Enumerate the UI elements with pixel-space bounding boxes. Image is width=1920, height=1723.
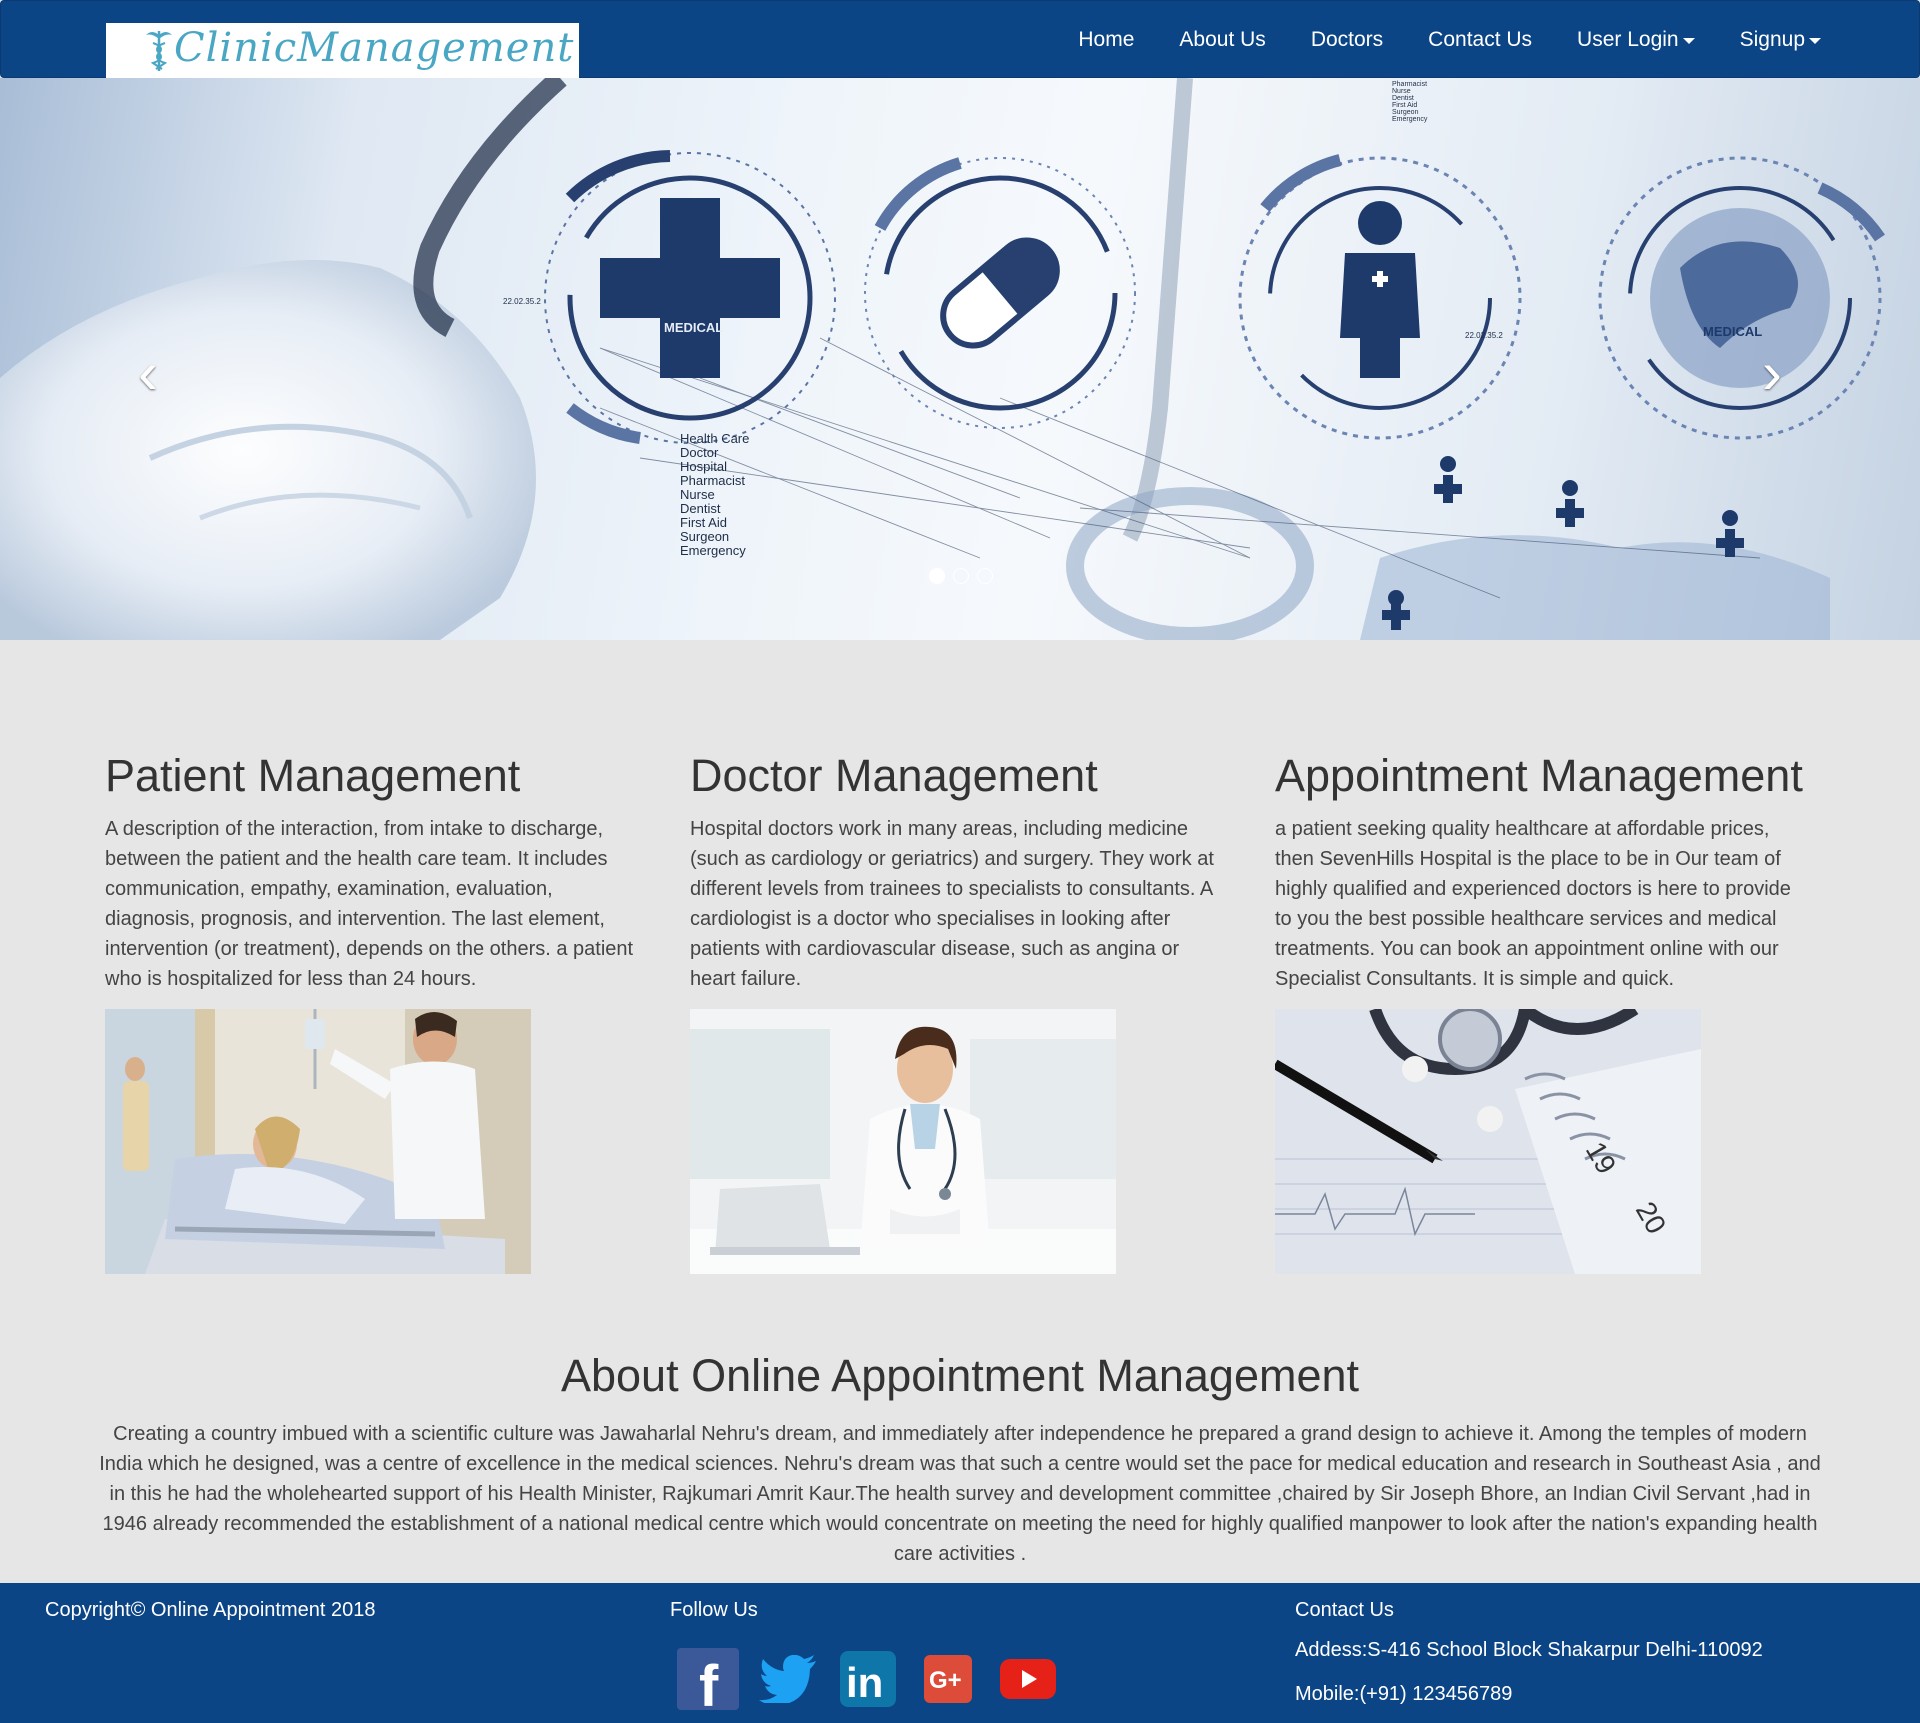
svg-text:f: f [699,1654,719,1710]
feature-title: Appointment Management [1275,750,1803,801]
hero-label-medical-1: MEDICAL [664,320,723,335]
nav-user-login-dropdown[interactable]: User Login [1577,28,1695,52]
about-text: Creating a country imbued with a scienti… [99,1423,1821,1565]
nav-about-us-label: About Us [1179,28,1266,51]
hero-specialty-list: Health Care Doctor Hospital Pharmacist N… [680,431,749,558]
medical-cross-circle [544,150,836,444]
footer-follow-title: Follow Us [670,1599,758,1621]
svg-text:G+: G+ [929,1667,962,1694]
hero-label-date-1: 22.02.35.2 [503,297,541,306]
about-title: About Online Appointment Management [560,1350,1360,1401]
svg-text:Surgeon: Surgeon [680,529,729,544]
logo-text: ClinicManagement [174,25,575,71]
twitter-icon[interactable] [756,1647,820,1711]
site-footer: Copyright© Online Appointment 2018 Follo… [0,1583,1920,1723]
nav-home[interactable]: Home [1078,28,1134,52]
caret-down-icon [1809,38,1821,44]
site-logo[interactable]: ClinicManagement [106,23,579,78]
nav-contact-us-label: Contact Us [1428,28,1533,51]
social-links: f in G+ [676,1647,1076,1711]
feature-title: Doctor Management [690,750,1098,801]
svg-text:Nurse: Nurse [1392,88,1411,95]
hero-label-date-2: 22.02.35.2 [1465,331,1503,340]
svg-text:Emergency: Emergency [1392,116,1428,123]
carousel-indicator-2[interactable] [953,568,969,584]
youtube-icon[interactable] [996,1647,1060,1711]
main-nav: Home About Us Doctors Contact Us User Lo… [1033,1,1821,79]
carousel-indicators [925,568,997,584]
nav-about-us[interactable]: About Us [1179,28,1265,52]
footer-copyright: Copyright© Online Appointment 2018 [45,1599,376,1621]
svg-text:Pharmacist: Pharmacist [1392,81,1427,88]
carousel-next-icon[interactable]: › [1742,333,1802,413]
svg-text:Dentist: Dentist [1392,95,1414,102]
linkedin-icon[interactable]: in [836,1647,900,1711]
footer-mobile: Mobile:(+91) 123456789 [1295,1683,1513,1705]
nav-user-login-label: User Login [1577,28,1679,51]
nav-home-label: Home [1078,28,1135,51]
svg-text:in: in [846,1659,883,1706]
caret-down-icon [1682,38,1695,44]
svg-text:First Aid: First Aid [680,515,727,530]
carousel-prev-icon[interactable]: ‹ [118,333,178,413]
feature-doctor-management: Doctor Management Hospital doctors work … [690,748,1225,1274]
hero-carousel: MEDICAL MEDICAL 22.02.35.2 22.02.35.2 He… [0,78,1920,640]
nav-contact-us[interactable]: Contact Us [1428,28,1532,52]
globe-circle [1598,156,1885,440]
svg-text:Hospital: Hospital [680,459,727,474]
svg-text:Pharmacist: Pharmacist [680,473,745,488]
feature-title: Patient Management [105,750,521,801]
nav-doctors-label: Doctors [1310,28,1384,51]
caduceus-icon [146,31,172,71]
svg-text:First Aid: First Aid [1392,102,1417,109]
feature-appointment-management: Appointment Management a patient seeking… [1275,748,1810,1274]
carousel-indicator-3[interactable] [977,568,993,584]
smiling-doctor-image [690,1009,1116,1274]
svg-text:Doctor: Doctor [680,445,719,460]
top-navbar: ClinicManagement Home About Us Doctors C… [0,0,1920,78]
doctor-people-circle [1238,154,1522,440]
feature-text: A description of the interaction, from i… [105,818,634,990]
svg-text:Emergency: Emergency [680,543,746,558]
hero-specialty-list-small: Pharmacist Nurse Dentist First Aid Surge… [1392,81,1428,123]
nav-signup-label: Signup [1739,28,1805,51]
svg-text:Nurse: Nurse [680,487,715,502]
footer-address: Addess:S-416 School Block Shakarpur Delh… [1295,1639,1763,1661]
facebook-icon[interactable]: f [676,1647,740,1711]
footer-contact-title: Contact Us [1295,1599,1394,1621]
carousel-indicator-1[interactable] [929,568,945,584]
svg-text:Health Care: Health Care [680,431,749,446]
nav-signup-dropdown[interactable]: Signup [1740,28,1821,52]
feature-text: Hospital doctors work in many areas, inc… [690,818,1214,990]
google-plus-icon[interactable]: G+ [916,1647,980,1711]
svg-text:Surgeon: Surgeon [1392,109,1419,116]
feature-patient-management: Patient Management A description of the … [105,748,640,1274]
pill-circle [864,157,1136,429]
svg-text:Dentist: Dentist [680,501,721,516]
hero-medical-illustration: MEDICAL MEDICAL 22.02.35.2 22.02.35.2 He… [0,78,1885,640]
nav-doctors[interactable]: Doctors [1311,28,1383,52]
stethoscope-calendar-image: 19 20 [1275,1009,1701,1274]
patient-hospital-bed-image [105,1009,531,1274]
feature-text: a patient seeking quality healthcare at … [1275,818,1791,990]
